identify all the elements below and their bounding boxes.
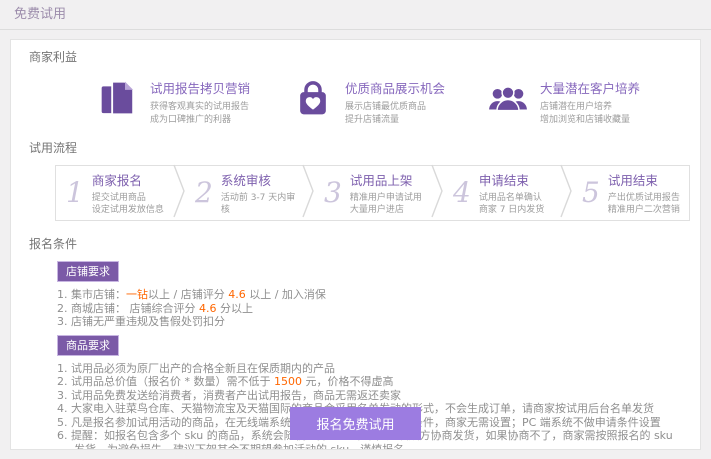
- rule-text: 2. 商城店铺： 店铺综合评分: [57, 302, 199, 315]
- chevron-right-icon: [431, 164, 443, 222]
- chevron-right-icon: [560, 164, 572, 222]
- benefit-product-showcase: 优质商品展示机会 展示店铺最优质商品 提升店铺流量: [292, 77, 445, 125]
- cta-container: 报名免费试用: [11, 407, 700, 440]
- page-title: 免费试用: [0, 0, 711, 30]
- chevron-right-icon: [302, 164, 314, 222]
- bag-heart-icon: [292, 77, 334, 119]
- step-trial-end: 5 试用结束 产出优质试用报告 精准用户二次营销: [572, 166, 689, 220]
- shop-rule: 2. 商城店铺： 店铺综合评分 4.6 分以上: [57, 302, 686, 316]
- benefit-line: 展示店铺最优质商品: [345, 101, 445, 114]
- product-rule: 2. 试用品总价值（报名价 * 数量）需不低于 1500 元，价格不得虚高: [57, 375, 686, 389]
- shop-rule: 3. 店铺无严重违规及售假处罚扣分: [57, 315, 686, 329]
- conditions-heading: 报名条件: [29, 235, 700, 252]
- step-title: 试用品上架: [350, 170, 422, 189]
- step-number: 4: [453, 179, 471, 207]
- rule-text: 以上 / 店铺评分: [148, 288, 228, 301]
- rule-text: 3. 店铺无严重违规及售假处罚扣分: [57, 315, 225, 328]
- rule-text: 元，价格不得虚高: [302, 375, 394, 388]
- rule-text: 1. 集市店铺：: [57, 288, 126, 301]
- product-requirements-badge: 商品要求: [57, 335, 119, 356]
- step-line: 大量用户进店: [350, 204, 422, 216]
- main-panel: 商家利益 试用报告拷贝营销 获得客观真实的试用报告 成为口碑推广的利器: [10, 39, 701, 450]
- step-line: 试用品名单确认: [479, 192, 544, 204]
- benefit-line: 提升店铺流量: [345, 114, 445, 127]
- step-line: 商家 7 日内发货: [479, 204, 544, 216]
- step-line: 活动前 3-7 天内审核: [221, 192, 302, 216]
- step-line: 设定试用发放信息: [92, 204, 164, 216]
- step-title: 商家报名: [92, 170, 164, 189]
- step-number: 3: [324, 179, 342, 207]
- step-application-end: 4 申请结束 试用品名单确认 商家 7 日内发货: [443, 166, 560, 220]
- shop-rule: 1. 集市店铺：一钻以上 / 店铺评分 4.6 以上 / 加入消保: [57, 288, 686, 302]
- benefits-row: 试用报告拷贝营销 获得客观真实的试用报告 成为口碑推广的利器 优质商品展示机会 …: [97, 77, 700, 125]
- benefit-line: 成为口碑推广的利器: [150, 114, 250, 127]
- rule-text: 1. 试用品必须为原厂出产的合格全新且在保质期内的产品: [57, 362, 335, 375]
- rule-text: 2. 试用品总价值（报名价 * 数量）需不低于: [57, 375, 274, 388]
- product-rule: 1. 试用品必须为原厂出产的合格全新且在保质期内的产品: [57, 362, 686, 376]
- chevron-right-icon: [173, 164, 185, 222]
- step-trial-item-listed: 3 试用品上架 精准用户申请试用 大量用户进店: [314, 166, 431, 220]
- step-number: 5: [582, 179, 600, 207]
- benefit-title: 优质商品展示机会: [345, 78, 445, 97]
- benefit-title: 大量潜在客户培养: [540, 78, 640, 97]
- rule-highlight: 4.6: [199, 302, 217, 315]
- step-title: 申请结束: [479, 170, 544, 189]
- benefits-heading: 商家利益: [29, 48, 700, 65]
- rule-text: 3. 试用品免费发送给消费者，消费者产出试用报告，商品无需返还卖家: [57, 389, 401, 402]
- rule-highlight: 4.6: [228, 288, 246, 301]
- rule-text: 以上 / 加入消保: [246, 288, 326, 301]
- step-line: 精准用户申请试用: [350, 192, 422, 204]
- rule-text: 分以上: [216, 302, 253, 315]
- step-line: 提交试用商品: [92, 192, 164, 204]
- shop-requirements-badge: 店铺要求: [57, 261, 119, 282]
- step-title: 系统审核: [221, 170, 302, 189]
- step-title: 试用结束: [608, 170, 680, 189]
- benefit-customer-growth: 大量潜在客户培养 店铺潜在用户培养 增加浏览和店铺收藏量: [487, 77, 640, 125]
- signup-free-trial-button[interactable]: 报名免费试用: [290, 407, 420, 440]
- shop-rules-list: 1. 集市店铺：一钻以上 / 店铺评分 4.6 以上 / 加入消保 2. 商城店…: [57, 288, 686, 329]
- benefit-line: 获得客观真实的试用报告: [150, 101, 250, 114]
- process-heading: 试用流程: [29, 139, 700, 156]
- step-merchant-signup: 1 商家报名 提交试用商品 设定试用发放信息: [56, 166, 173, 220]
- step-number: 1: [66, 179, 84, 207]
- benefit-line: 店铺潜在用户培养: [540, 101, 640, 114]
- step-line: 精准用户二次营销: [608, 204, 680, 216]
- copy-report-icon: [97, 77, 139, 119]
- step-system-review: 2 系统审核 活动前 3-7 天内审核: [185, 166, 302, 220]
- step-number: 2: [195, 179, 213, 207]
- step-line: 产出优质试用报告: [608, 192, 680, 204]
- process-steps: 1 商家报名 提交试用商品 设定试用发放信息 2 系统审核 活动前 3-7 天内…: [55, 165, 690, 221]
- benefit-title: 试用报告拷贝营销: [150, 78, 250, 97]
- people-group-icon: [487, 77, 529, 119]
- benefit-line: 增加浏览和店铺收藏量: [540, 114, 640, 127]
- product-rule: 3. 试用品免费发送给消费者，消费者产出试用报告，商品无需返还卖家: [57, 389, 686, 403]
- rule-highlight: 1500: [274, 375, 302, 388]
- benefit-report-copy: 试用报告拷贝营销 获得客观真实的试用报告 成为口碑推广的利器: [97, 77, 250, 125]
- rule-highlight: 一钻: [126, 288, 148, 301]
